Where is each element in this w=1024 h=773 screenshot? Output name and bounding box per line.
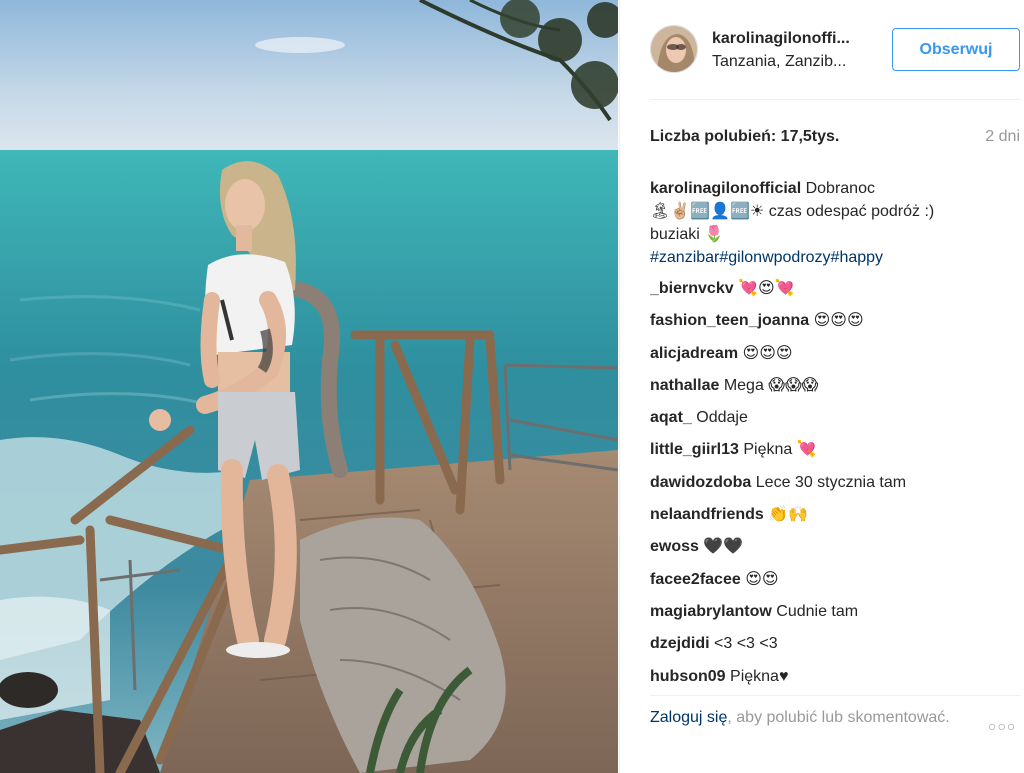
comment-item: ewoss 🖤🖤 [650, 531, 1020, 563]
avatar-image [651, 26, 697, 72]
comment-item: hubson09 Piękna♥ [650, 661, 1020, 693]
caption-text-line2: 🏝✌🏼🆓👤🆓☀ czas odespać podróż :) [650, 203, 935, 220]
comment-username[interactable]: dzejdidi [650, 635, 710, 652]
comment-username[interactable]: nelaandfriends [650, 506, 764, 523]
post-time[interactable]: 2 dni [985, 128, 1020, 146]
header-divider [650, 99, 1020, 100]
post-sidebar: karolinagilonoffi... Tanzania, Zanzib...… [619, 0, 1024, 773]
comment-username[interactable]: fashion_teen_joanna [650, 312, 809, 329]
follow-button[interactable]: Obserwuj [892, 28, 1020, 71]
comment-item: aqat_ Oddaje [650, 402, 1020, 434]
comment-item: little_giirl13 Piękna 💘 [650, 434, 1020, 466]
comment-text: 😍😍😍 [742, 344, 793, 362]
comment-text: 💘😍💘 [738, 280, 795, 297]
comment-text: Piękna 💘 [743, 441, 817, 459]
comment-username[interactable]: aqat_ [650, 409, 692, 426]
comment-username[interactable]: magiabrylantow [650, 603, 772, 620]
comment-text: <3 <3 <3 [714, 635, 778, 653]
comment-item: _biernvckv 💘😍💘 [650, 273, 1020, 305]
post-meta: Liczba polubień: 17,5tys. 2 dni [650, 128, 1020, 150]
comment-text: 🖤🖤 [703, 538, 744, 556]
ellipsis-icon[interactable]: ○○○ [988, 718, 1016, 734]
post-header: karolinagilonoffi... Tanzania, Zanzib...… [620, 0, 1024, 100]
caption-text-line1: Dobranoc [805, 180, 875, 197]
comment-username[interactable]: hubson09 [650, 668, 726, 685]
caption-hashtags[interactable]: #zanzibar#gilonwpodrozy#happy [650, 249, 883, 266]
comment-item: fashion_teen_joanna 😍😍😍 [650, 305, 1020, 337]
comment-username[interactable]: little_giirl13 [650, 441, 739, 458]
comment-text: Cudnie tam [776, 602, 859, 620]
comment-text: 😍😍😍 [813, 312, 864, 330]
comment-item: nathallae Mega 😱😱😱 [650, 370, 1020, 402]
comment-item: dawidozdoba Lece 30 stycznia tam [650, 467, 1020, 499]
comment-item: facee2facee 😍😍 [650, 564, 1020, 596]
comment-item: nelaandfriends 👏🙌 [650, 499, 1020, 531]
comment-item: magiabrylantow Cudnie tam [650, 596, 1020, 628]
comment-username[interactable]: dawidozdoba [650, 474, 751, 491]
comment-list: _biernvckv 💘😍💘 fashion_teen_joanna 😍😍😍 a… [650, 273, 1020, 693]
avatar[interactable] [650, 25, 698, 73]
comment-username[interactable]: _biernvckv [650, 280, 734, 297]
comment-text: Oddaje [696, 409, 748, 427]
likes-count[interactable]: Liczba polubień: 17,5tys. [650, 128, 839, 146]
comment-text: Mega 😱😱😱 [723, 376, 819, 394]
comments-section: karolinagilonofficial Dobranoc 🏝✌🏼🆓👤🆓☀ c… [650, 177, 1020, 693]
comment-item: dzejdidi <3 <3 <3 [650, 628, 1020, 660]
post-caption: karolinagilonofficial Dobranoc 🏝✌🏼🆓👤🆓☀ c… [650, 177, 1020, 269]
comment-username[interactable]: ewoss [650, 538, 699, 555]
comment-text: 😍😍 [745, 570, 779, 588]
post-photo[interactable] [0, 0, 618, 773]
comment-username[interactable]: facee2facee [650, 571, 741, 588]
comment-username[interactable]: nathallae [650, 377, 719, 394]
comment-username[interactable]: alicjadream [650, 345, 738, 362]
comment-text: 👏🙌 [768, 506, 809, 524]
post-image [0, 0, 618, 773]
login-link[interactable]: Zaloguj się [650, 709, 727, 726]
post-location[interactable]: Tanzania, Zanzib... [712, 53, 846, 71]
footer-divider [650, 695, 1020, 696]
comment-item: alicjadream 😍😍😍 [650, 338, 1020, 370]
post-author-username[interactable]: karolinagilonoffi... [712, 30, 850, 48]
caption-username[interactable]: karolinagilonofficial [650, 180, 801, 197]
comment-text: Lece 30 stycznia tam [755, 473, 907, 491]
login-prompt: Zaloguj się, aby polubić lub skomentować… [650, 706, 970, 730]
comment-text: Piękna♥ [730, 667, 789, 685]
caption-text-line3: buziaki 🌷 [650, 226, 725, 243]
login-prompt-text: , aby polubić lub skomentować. [727, 709, 950, 726]
